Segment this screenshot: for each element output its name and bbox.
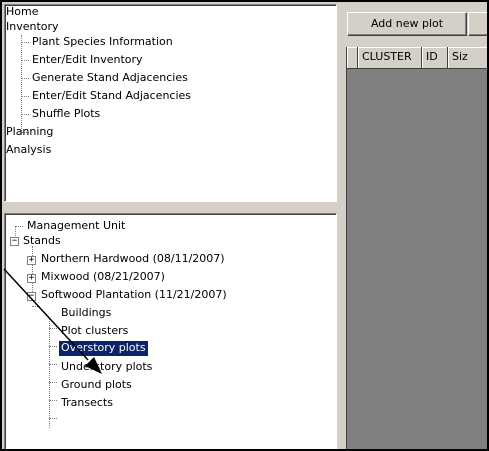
annotation-arrow bbox=[3, 268, 102, 374]
app-window: Home Inventory Plant Species Information… bbox=[0, 0, 489, 451]
